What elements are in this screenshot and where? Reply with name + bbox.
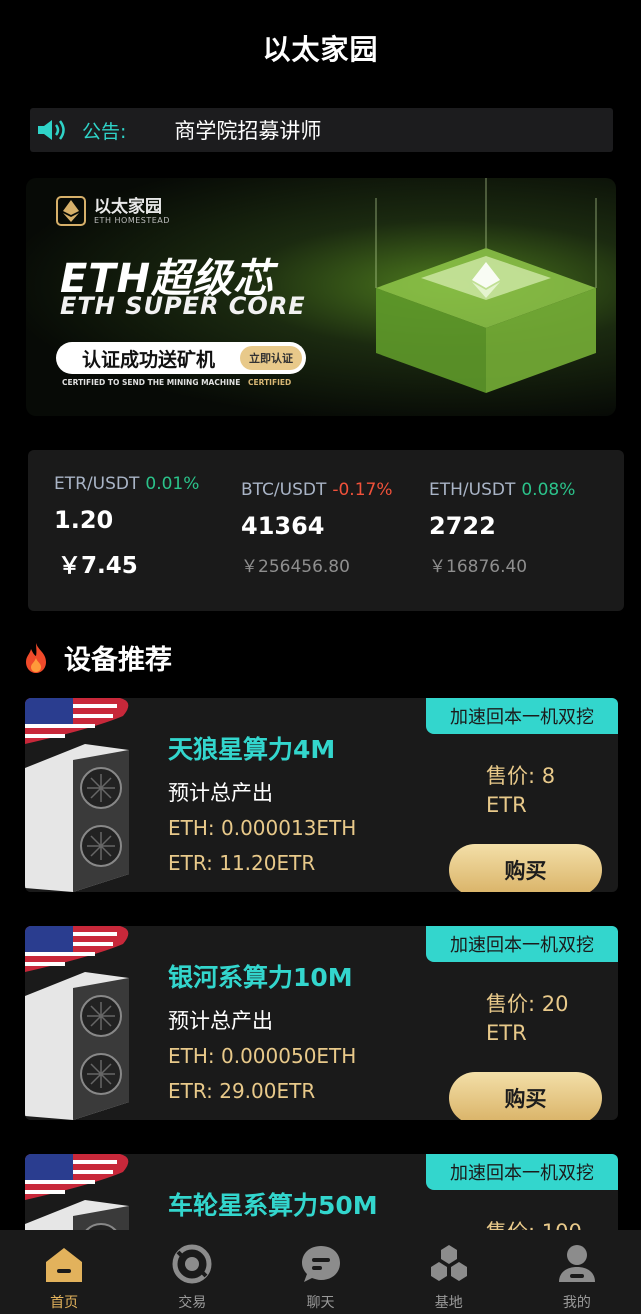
section-header: 设备推荐: [22, 638, 172, 677]
banner-certify-pill[interactable]: 认证成功送矿机 立即认证: [56, 342, 306, 374]
banner-logo: 以太家园 ETH HOMESTEAD: [56, 196, 170, 226]
ticker-etr[interactable]: ETR/USDT 0.01% 1.20 ￥7.45: [54, 474, 199, 580]
banner-pill-text: 认证成功送矿机: [82, 348, 216, 371]
product-tag: 加速回本一机双挖: [426, 698, 618, 734]
section-title: 设备推荐: [64, 645, 172, 676]
product-est-label: 预计总产出: [168, 1009, 273, 1033]
chat-icon: [301, 1246, 340, 1282]
tab-label: 交易: [178, 1295, 207, 1311]
base-icon: [430, 1245, 467, 1281]
product-est-label: 预计总产出: [168, 781, 273, 805]
banner-logo-cn: 以太家园: [94, 196, 162, 217]
miner-image: [25, 926, 155, 1120]
miner-image: [25, 698, 155, 892]
tab-profile[interactable]: 我的: [513, 1230, 641, 1314]
trade-icon: [172, 1244, 212, 1284]
ticker-btc[interactable]: BTC/USDT -0.17% 41364 ￥256456.80: [241, 480, 393, 577]
banner-caption: CERTIFIED TO SEND THE MINING MACHINE: [62, 378, 241, 387]
ticker-pair: BTC/USDT: [241, 480, 327, 500]
buy-button[interactable]: 购买: [449, 1072, 602, 1120]
product-name: 银河系算力10M: [168, 963, 353, 992]
product-price-unit: ETR: [486, 793, 527, 817]
promo-banner[interactable]: 以太家园 ETH HOMESTEAD ETH超级芯 ETH SUPER CORE…: [26, 178, 616, 416]
notice-text[interactable]: 商学院招募讲师: [174, 115, 321, 145]
product-card[interactable]: 加速回本一机双挖 天狼星算力4M 预计总产出 ETH: 0.000013ETH …: [25, 698, 618, 892]
ticker-eth[interactable]: ETH/USDT 0.08% 2722 ￥16876.40: [429, 480, 575, 577]
bottom-tab-bar: 首页 交易 聊天 基地 我的: [0, 1230, 641, 1314]
banner-subline: ETH SUPER CORE: [60, 292, 306, 320]
tab-home[interactable]: 首页: [0, 1230, 128, 1314]
notice-label: 公告:: [82, 120, 127, 143]
ticker-change: -0.17%: [332, 480, 393, 500]
ticker-price: 41364: [241, 512, 325, 540]
notice-bar[interactable]: 公告: 商学院招募讲师: [30, 108, 613, 152]
banner-logo-en: ETH HOMESTEAD: [94, 215, 170, 225]
tab-chat[interactable]: 聊天: [256, 1230, 384, 1314]
tab-trade[interactable]: 交易: [128, 1230, 256, 1314]
buy-button[interactable]: 购买: [449, 844, 602, 892]
tab-base[interactable]: 基地: [385, 1230, 513, 1314]
product-card[interactable]: 加速回本一机双挖 银河系算力10M 预计总产出 ETH: 0.000050ETH…: [25, 926, 618, 1120]
ticker-price: 1.20: [54, 506, 114, 534]
certify-now-button[interactable]: 立即认证: [240, 346, 302, 370]
eth-logo-icon: [56, 196, 86, 226]
tab-label: 聊天: [306, 1295, 335, 1311]
product-tag: 加速回本一机双挖: [426, 1154, 618, 1190]
tab-label: 首页: [50, 1295, 79, 1311]
product-name: 天狼星算力4M: [168, 735, 336, 764]
ticker-change: 0.01%: [145, 474, 200, 494]
ticker-cny: ￥7.45: [58, 553, 138, 579]
home-icon: [46, 1248, 83, 1282]
tab-label: 我的: [562, 1295, 591, 1311]
product-eth-output: ETH: 0.000050ETH: [168, 1044, 357, 1068]
page-title: 以太家园: [262, 33, 379, 66]
product-price: 售价: 8 ETR: [486, 762, 596, 820]
ticker-pair: ETR/USDT: [54, 474, 140, 494]
ticker-cny: ￥16876.40: [429, 557, 528, 577]
eth-chip-illustration: [375, 178, 597, 393]
speaker-icon: [38, 120, 65, 140]
product-tag: 加速回本一机双挖: [426, 926, 618, 962]
product-etr-output: ETR: 29.00ETR: [168, 1079, 316, 1103]
banner-caption-2: CERTIFIED: [248, 378, 292, 387]
market-ticker: ETR/USDT 0.01% 1.20 ￥7.45 BTC/USDT -0.17% …: [28, 450, 624, 611]
product-etr-output: ETR: 11.20ETR: [168, 851, 316, 875]
home-page: 以太家园 公告: 商学院招募讲师 以太家园 ETH HOMESTEAD ETH超…: [0, 0, 641, 1314]
product-price-unit: ETR: [486, 1021, 527, 1045]
ticker-pair: ETH/USDT: [429, 480, 516, 500]
profile-icon: [558, 1245, 595, 1282]
product-name: 车轮星系算力50M: [168, 1191, 378, 1220]
tab-label: 基地: [434, 1295, 463, 1311]
ticker-price: 2722: [429, 512, 496, 540]
ticker-change: 0.08%: [521, 480, 576, 500]
product-eth-output: ETH: 0.000013ETH: [168, 816, 357, 840]
fire-icon: [26, 642, 46, 673]
product-price-value: 售价: 20: [486, 992, 569, 1016]
product-price-value: 售价: 8: [486, 764, 556, 788]
product-price: 售价: 20 ETR: [486, 990, 596, 1048]
ticker-cny: ￥256456.80: [241, 557, 350, 577]
